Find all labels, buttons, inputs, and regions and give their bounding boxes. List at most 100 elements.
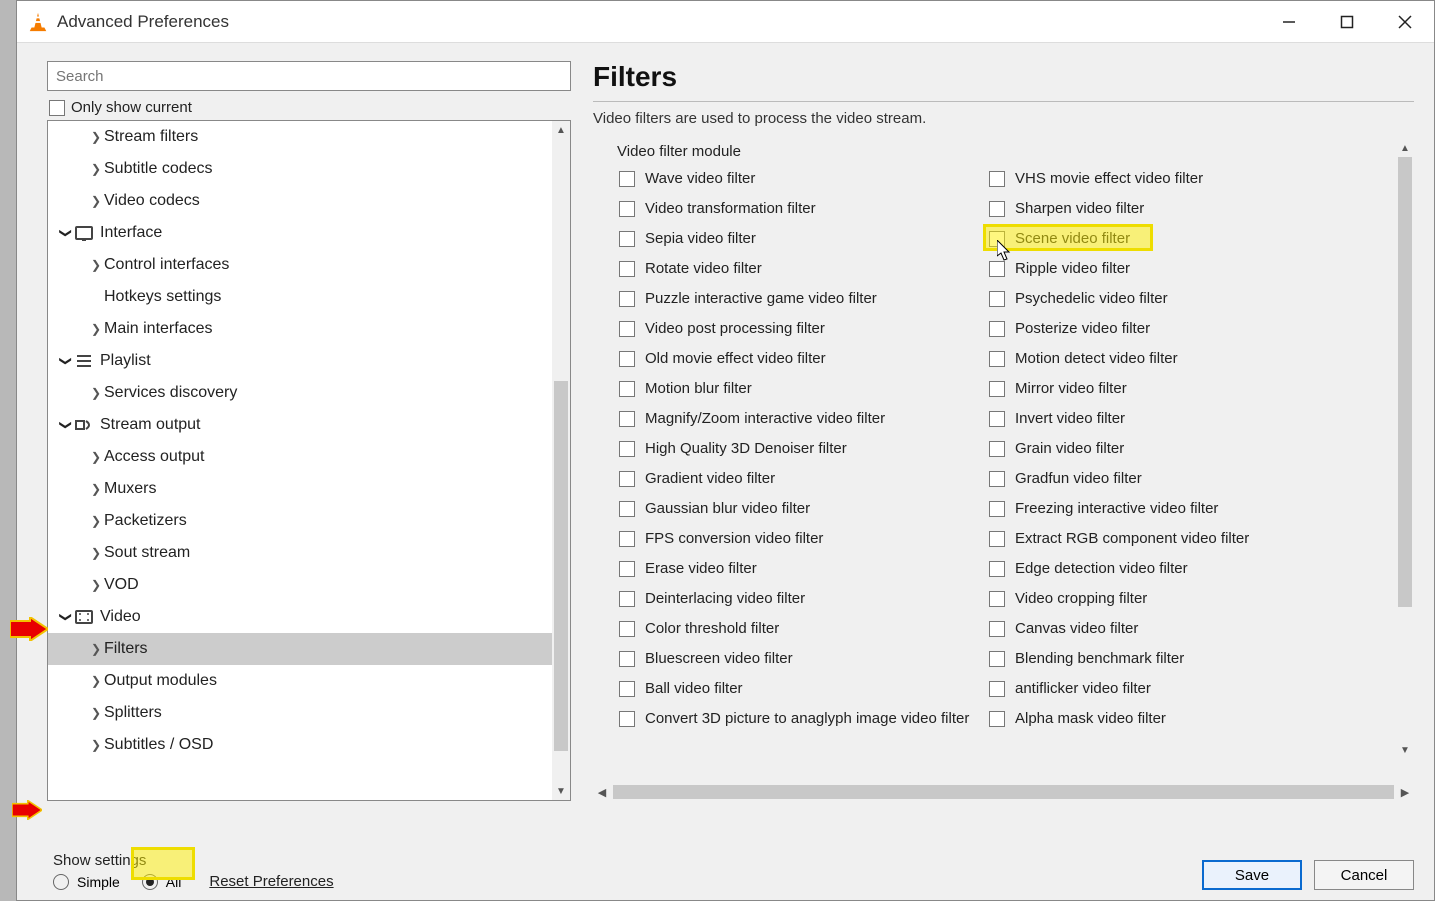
window-title: Advanced Preferences — [57, 12, 1260, 32]
only-show-current-label: Only show current — [71, 99, 192, 116]
filter-psychedelic-video-filter[interactable]: Psychedelic video filter — [989, 290, 1359, 307]
page-description: Video filters are used to process the vi… — [593, 110, 1414, 127]
filter-rotate-video-filter[interactable]: Rotate video filter — [619, 260, 989, 277]
filter-video-post-processing-filter[interactable]: Video post processing filter — [619, 320, 989, 337]
maximize-button[interactable] — [1318, 1, 1376, 43]
filter-blending-benchmark-filter[interactable]: Blending benchmark filter — [989, 650, 1359, 667]
chevron-right-icon: ❯ — [88, 194, 104, 208]
tree-item-control-interfaces[interactable]: ❯Control interfaces — [48, 249, 552, 281]
filter-color-threshold-filter[interactable]: Color threshold filter — [619, 620, 989, 637]
checkbox-icon — [619, 291, 635, 307]
minimize-button[interactable] — [1260, 1, 1318, 43]
scroll-right-icon: ▶ — [1396, 786, 1414, 799]
filter-extract-rgb-component-video-filter[interactable]: Extract RGB component video filter — [989, 530, 1359, 547]
tree-item-stream-output[interactable]: ❯ Stream output — [48, 409, 552, 441]
tree-item-sout-stream[interactable]: ❯Sout stream — [48, 537, 552, 569]
filter-old-movie-effect-video-filter[interactable]: Old movie effect video filter — [619, 350, 989, 367]
tree-item-services-discovery[interactable]: ❯Services discovery — [48, 377, 552, 409]
filter-video-cropping-filter[interactable]: Video cropping filter — [989, 590, 1359, 607]
filter-high-quality-3d-denoiser-filter[interactable]: High Quality 3D Denoiser filter — [619, 440, 989, 457]
tree-item-video-codecs[interactable]: ❯Video codecs — [48, 185, 552, 217]
checkbox-icon — [989, 411, 1005, 427]
tree-item-label: Stream output — [100, 416, 201, 434]
filter-bluescreen-video-filter[interactable]: Bluescreen video filter — [619, 650, 989, 667]
scrollbar-thumb[interactable] — [613, 785, 1394, 799]
filter-label: Gradient video filter — [645, 470, 775, 487]
reset-preferences-link[interactable]: Reset Preferences — [209, 873, 333, 890]
filter-scrollbar-horizontal[interactable]: ◀ ▶ — [593, 783, 1414, 801]
filter-freezing-interactive-video-filter[interactable]: Freezing interactive video filter — [989, 500, 1359, 517]
tree-item-playlist[interactable]: ❯Playlist — [48, 345, 552, 377]
tree-item-filters[interactable]: ❯Filters — [48, 633, 552, 665]
chevron-right-icon: ❯ — [88, 450, 104, 464]
filter-sharpen-video-filter[interactable]: Sharpen video filter — [989, 200, 1359, 217]
filter-label: Video post processing filter — [645, 320, 825, 337]
filter-canvas-video-filter[interactable]: Canvas video filter — [989, 620, 1359, 637]
search-input[interactable] — [47, 61, 571, 91]
filter-label: Video transformation filter — [645, 200, 816, 217]
filter-area: Video filter module Wave video filterVHS… — [593, 139, 1414, 801]
checkbox-icon — [619, 351, 635, 367]
filter-grain-video-filter[interactable]: Grain video filter — [989, 440, 1359, 457]
filter-ripple-video-filter[interactable]: Ripple video filter — [989, 260, 1359, 277]
chevron-right-icon: ❯ — [88, 130, 104, 144]
save-button[interactable]: Save — [1202, 860, 1302, 890]
filter-magnify-zoom-interactive-video-filter[interactable]: Magnify/Zoom interactive video filter — [619, 410, 989, 427]
checkbox-icon — [989, 651, 1005, 667]
filter-erase-video-filter[interactable]: Erase video filter — [619, 560, 989, 577]
tree-item-video[interactable]: ❯Video — [48, 601, 552, 633]
tree-item-label: Interface — [100, 224, 162, 242]
tree-item-vod[interactable]: ❯VOD — [48, 569, 552, 601]
tree-item-subtitle-codecs[interactable]: ❯Subtitle codecs — [48, 153, 552, 185]
tree-scrollbar[interactable]: ▲ ▼ — [552, 121, 570, 800]
filter-video-transformation-filter[interactable]: Video transformation filter — [619, 200, 989, 217]
radio-all[interactable] — [142, 874, 158, 890]
radio-simple[interactable] — [53, 874, 69, 890]
close-button[interactable] — [1376, 1, 1434, 43]
tree-item-muxers[interactable]: ❯Muxers — [48, 473, 552, 505]
filter-alpha-mask-video-filter[interactable]: Alpha mask video filter — [989, 710, 1359, 727]
tree-item-interface[interactable]: ❯Interface — [48, 217, 552, 249]
filter-label: Grain video filter — [1015, 440, 1124, 457]
tree-item-packetizers[interactable]: ❯Packetizers — [48, 505, 552, 537]
tree-item-access-output[interactable]: ❯Access output — [48, 441, 552, 473]
scrollbar-thumb[interactable] — [554, 381, 568, 751]
checkbox-icon — [619, 441, 635, 457]
filter-label: VHS movie effect video filter — [1015, 170, 1203, 187]
filter-label: antiflicker video filter — [1015, 680, 1151, 697]
filter-sepia-video-filter[interactable]: Sepia video filter — [619, 230, 989, 247]
filter-mirror-video-filter[interactable]: Mirror video filter — [989, 380, 1359, 397]
checkbox-icon — [49, 100, 65, 116]
filter-motion-blur-filter[interactable]: Motion blur filter — [619, 380, 989, 397]
tree-item-stream-filters[interactable]: ❯Stream filters — [48, 121, 552, 153]
filter-scene-video-filter[interactable]: Scene video filter — [989, 230, 1359, 247]
filter-ball-video-filter[interactable]: Ball video filter — [619, 680, 989, 697]
scrollbar-thumb[interactable] — [1398, 157, 1412, 607]
filter-invert-video-filter[interactable]: Invert video filter — [989, 410, 1359, 427]
tree-item-hotkeys-settings[interactable]: Hotkeys settings — [48, 281, 552, 313]
tree-item-main-interfaces[interactable]: ❯Main interfaces — [48, 313, 552, 345]
filter-gradfun-video-filter[interactable]: Gradfun video filter — [989, 470, 1359, 487]
tree-item-output-modules[interactable]: ❯Output modules — [48, 665, 552, 697]
filter-posterize-video-filter[interactable]: Posterize video filter — [989, 320, 1359, 337]
filter-label: Freezing interactive video filter — [1015, 500, 1218, 517]
tree-item-subtitles-osd[interactable]: ❯Subtitles / OSD — [48, 729, 552, 761]
filter-motion-detect-video-filter[interactable]: Motion detect video filter — [989, 350, 1359, 367]
filter-fps-conversion-video-filter[interactable]: FPS conversion video filter — [619, 530, 989, 547]
filter-antiflicker-video-filter[interactable]: antiflicker video filter — [989, 680, 1359, 697]
filter-convert-3d-picture-to-anaglyph-image-video-filter[interactable]: Convert 3D picture to anaglyph image vid… — [619, 710, 989, 727]
filter-puzzle-interactive-game-video-filter[interactable]: Puzzle interactive game video filter — [619, 290, 989, 307]
filter-deinterlacing-video-filter[interactable]: Deinterlacing video filter — [619, 590, 989, 607]
chevron-down-icon: ❯ — [59, 417, 73, 433]
filter-scrollbar-vertical[interactable]: ▲ ▼ — [1396, 139, 1414, 759]
cancel-button[interactable]: Cancel — [1314, 860, 1414, 890]
filter-edge-detection-video-filter[interactable]: Edge detection video filter — [989, 560, 1359, 577]
filter-gaussian-blur-video-filter[interactable]: Gaussian blur video filter — [619, 500, 989, 517]
filter-gradient-video-filter[interactable]: Gradient video filter — [619, 470, 989, 487]
tree-item-label: Playlist — [100, 352, 151, 370]
only-show-current-toggle[interactable]: Only show current — [49, 99, 571, 116]
filter-vhs-movie-effect-video-filter[interactable]: VHS movie effect video filter — [989, 170, 1359, 187]
tree-item-splitters[interactable]: ❯Splitters — [48, 697, 552, 729]
checkbox-icon — [619, 531, 635, 547]
filter-wave-video-filter[interactable]: Wave video filter — [619, 170, 989, 187]
